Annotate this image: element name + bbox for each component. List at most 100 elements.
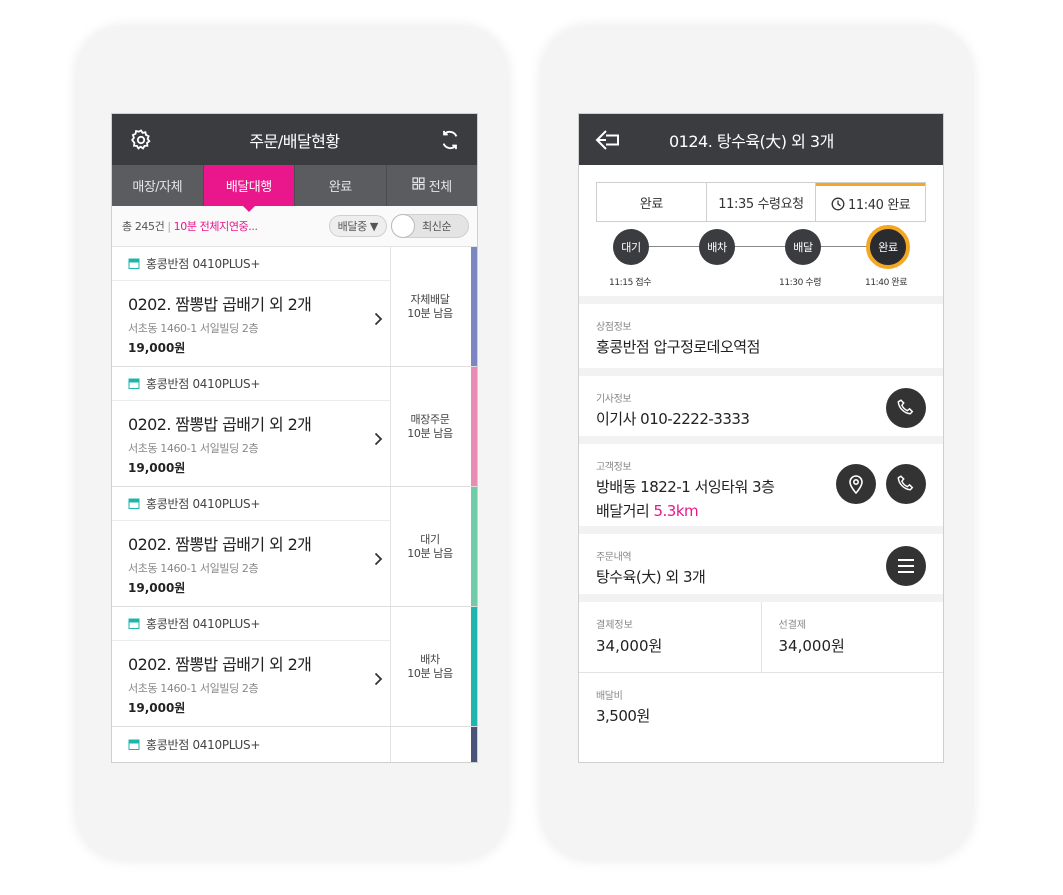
customer-address: 방배동 1822-1 서잉타워 3층 (596, 478, 775, 496)
list-item[interactable]: 홍콩반점 0410PLUS+ 0202. 짬뽕밥 곱배기 외 2개 서초동 14… (112, 607, 477, 727)
driver-call-button[interactable] (886, 388, 926, 428)
store-name: 홍콩반점 0410PLUS+ (146, 257, 261, 271)
chevron-right-icon[interactable] (374, 671, 383, 690)
tab-label: 매장/자체 (132, 180, 183, 195)
store-info-value: 홍콩반점 압구정로데오역점 (596, 338, 760, 356)
order-list: 홍콩반점 0410PLUS+ 0202. 짬뽕밥 곱배기 외 2개 서초동 14… (112, 247, 477, 762)
gear-icon[interactable] (128, 127, 154, 153)
status-cell: 매장주문 10분 남음 (390, 367, 469, 486)
tab-store-self[interactable]: 매장/자체 (112, 165, 204, 206)
timeline-node-wait: 대기 (613, 229, 649, 265)
status-color-bar (471, 247, 477, 366)
store-row: 홍콩반점 0410PLUS+ (112, 487, 390, 521)
delivery-distance-row: 배달거리 5.3km (596, 500, 926, 521)
tab-all[interactable]: 전체 (387, 165, 478, 206)
tab-label: 완료 (328, 180, 352, 195)
status-color-bar (471, 487, 477, 606)
tab-label: 배달대행 (225, 180, 272, 195)
driver-info-value: 이기사 010-2222-3333 (596, 410, 750, 428)
order-price: 19,000원 (128, 581, 186, 595)
complete-time-button[interactable]: 11:40 완료 (816, 183, 926, 221)
order-status-screen: 주문/배달현황 매장/자체 배달대행 완료 전체 총 245건 | 10분 전체… (111, 113, 478, 763)
sort-toggle[interactable]: 최신순 (391, 214, 469, 238)
order-detail-label: 주문내역 (596, 552, 632, 563)
status-color-bar (471, 367, 477, 486)
tab-label: 전체 (428, 180, 452, 195)
status-color-bar (471, 727, 477, 762)
store-name: 홍콩반점 0410PLUS+ (146, 737, 261, 752)
timeline-line (626, 246, 894, 247)
status-type: 매장주문 (410, 412, 450, 426)
status-cell: 대기 10분 남음 (390, 487, 469, 606)
order-detail-value: 탕수육(大) 외 3개 (596, 568, 706, 586)
customer-info: 고객정보 방배동 1822-1 서잉타워 3층 배달거리 5.3km (579, 436, 943, 526)
delivery-fee-info: 배달비 3,500원 (579, 672, 943, 742)
filter-bar: 총 245건 | 10분 전체지연중... 배달중 ▼ 최신순 (112, 206, 477, 247)
status-cell: 배차 10분 남음 (390, 607, 469, 726)
store-icon (128, 618, 140, 629)
store-row: 홍콩반점 0410PLUS+ (112, 247, 390, 281)
page-title: 0124. 탕수육(大) 외 3개 (669, 131, 834, 151)
delivery-timeline: 대기 배차 배달 완료 11:15 접수 11:30 수령 11:40 완료 (596, 222, 926, 296)
order-title: 0202. 짬뽕밥 곱배기 외 2개 (128, 655, 312, 674)
distance-label: 배달거리 (596, 502, 650, 520)
store-row: 홍콩반점 0410PLUS+ (112, 367, 390, 401)
button-label: 11:35 수령요청 (718, 196, 804, 212)
order-detail-screen: 0124. 탕수육(大) 외 3개 완료 11:35 수령요청 11:40 완료… (578, 113, 944, 763)
payment-value: 34,000원 (596, 637, 663, 655)
timeline-label-done: 11:40 완료 (865, 278, 908, 288)
location-pin-button[interactable] (836, 464, 876, 504)
list-item[interactable]: 홍콩반점 0410PLUS+ 0202. 짬뽕밥 곱배기 외 2개 서초동 14… (112, 247, 477, 367)
store-icon (128, 498, 140, 509)
store-info: 상점정보 홍콩반점 압구정로데오역점 (579, 296, 943, 368)
payment-label: 결제정보 (596, 620, 633, 631)
status-type: 배차 (420, 652, 440, 666)
store-info-label: 상점정보 (596, 322, 632, 333)
order-address: 서초동 1460-1 서일빌딩 2층 (128, 562, 259, 575)
order-address: 서초동 1460-1 서일빌딩 2층 (128, 682, 259, 695)
driver-info: 기사정보 이기사 010-2222-3333 (579, 368, 943, 436)
list-item[interactable]: 홍콩반점 0410PLUS+ 0202. 짬뽕밥 곱배기 외 2개 서초동 14… (112, 367, 477, 487)
status-dropdown[interactable]: 배달중 ▼ (328, 215, 387, 237)
page-title: 주문/배달현황 (249, 131, 340, 151)
chevron-right-icon[interactable] (374, 311, 383, 330)
list-item[interactable]: 홍콩반점 0410PLUS+ (112, 727, 477, 762)
status-type: 대기 (420, 532, 440, 546)
timeline-node-complete: 완료 (866, 225, 910, 269)
store-name: 홍콩반점 0410PLUS+ (146, 497, 261, 511)
status-time: 10분 남음 (407, 306, 453, 320)
customer-info-label: 고객정보 (596, 462, 632, 473)
timeline-node-delivering: 배달 (785, 229, 821, 265)
chevron-right-icon[interactable] (374, 431, 383, 450)
timeline-label-wait: 11:15 접수 (609, 278, 652, 288)
top-bar: 0124. 탕수육(大) 외 3개 (579, 114, 943, 165)
complete-button[interactable]: 완료 (597, 183, 707, 221)
tab-complete[interactable]: 완료 (295, 165, 387, 206)
tab-bar: 매장/자체 배달대행 완료 전체 (112, 165, 478, 212)
prepaid-label: 선결제 (778, 620, 807, 631)
status-cell (390, 727, 469, 762)
store-row: 홍콩반점 0410PLUS+ (112, 727, 390, 761)
order-title: 0202. 짬뽕밥 곱배기 외 2개 (128, 415, 312, 434)
order-title: 0202. 짬뽕밥 곱배기 외 2개 (128, 535, 312, 554)
chevron-right-icon[interactable] (374, 551, 383, 570)
order-address: 서초동 1460-1 서일빌딩 2층 (128, 322, 259, 335)
refresh-icon[interactable] (437, 127, 463, 153)
store-icon (128, 378, 140, 389)
separator: | (167, 219, 171, 233)
order-price: 19,000원 (128, 461, 186, 475)
toggle-knob (391, 214, 415, 238)
menu-list-button[interactable] (886, 546, 926, 586)
button-label: 11:40 완료 (848, 198, 911, 213)
back-arrow-icon[interactable] (595, 128, 623, 152)
order-price: 19,000원 (128, 341, 186, 355)
grid-icon (412, 177, 425, 194)
status-time: 10분 남음 (407, 546, 453, 560)
dropdown-label: 배달중 ▼ (337, 220, 379, 233)
tab-delivery-agency[interactable]: 배달대행 (203, 165, 295, 212)
customer-call-button[interactable] (886, 464, 926, 504)
prepaid-col: 선결제 34,000원 (762, 602, 944, 672)
list-item[interactable]: 홍콩반점 0410PLUS+ 0202. 짬뽕밥 곱배기 외 2개 서초동 14… (112, 487, 477, 607)
pickup-request-button[interactable]: 11:35 수령요청 (706, 183, 817, 221)
distance-value: 5.3km (653, 502, 699, 520)
